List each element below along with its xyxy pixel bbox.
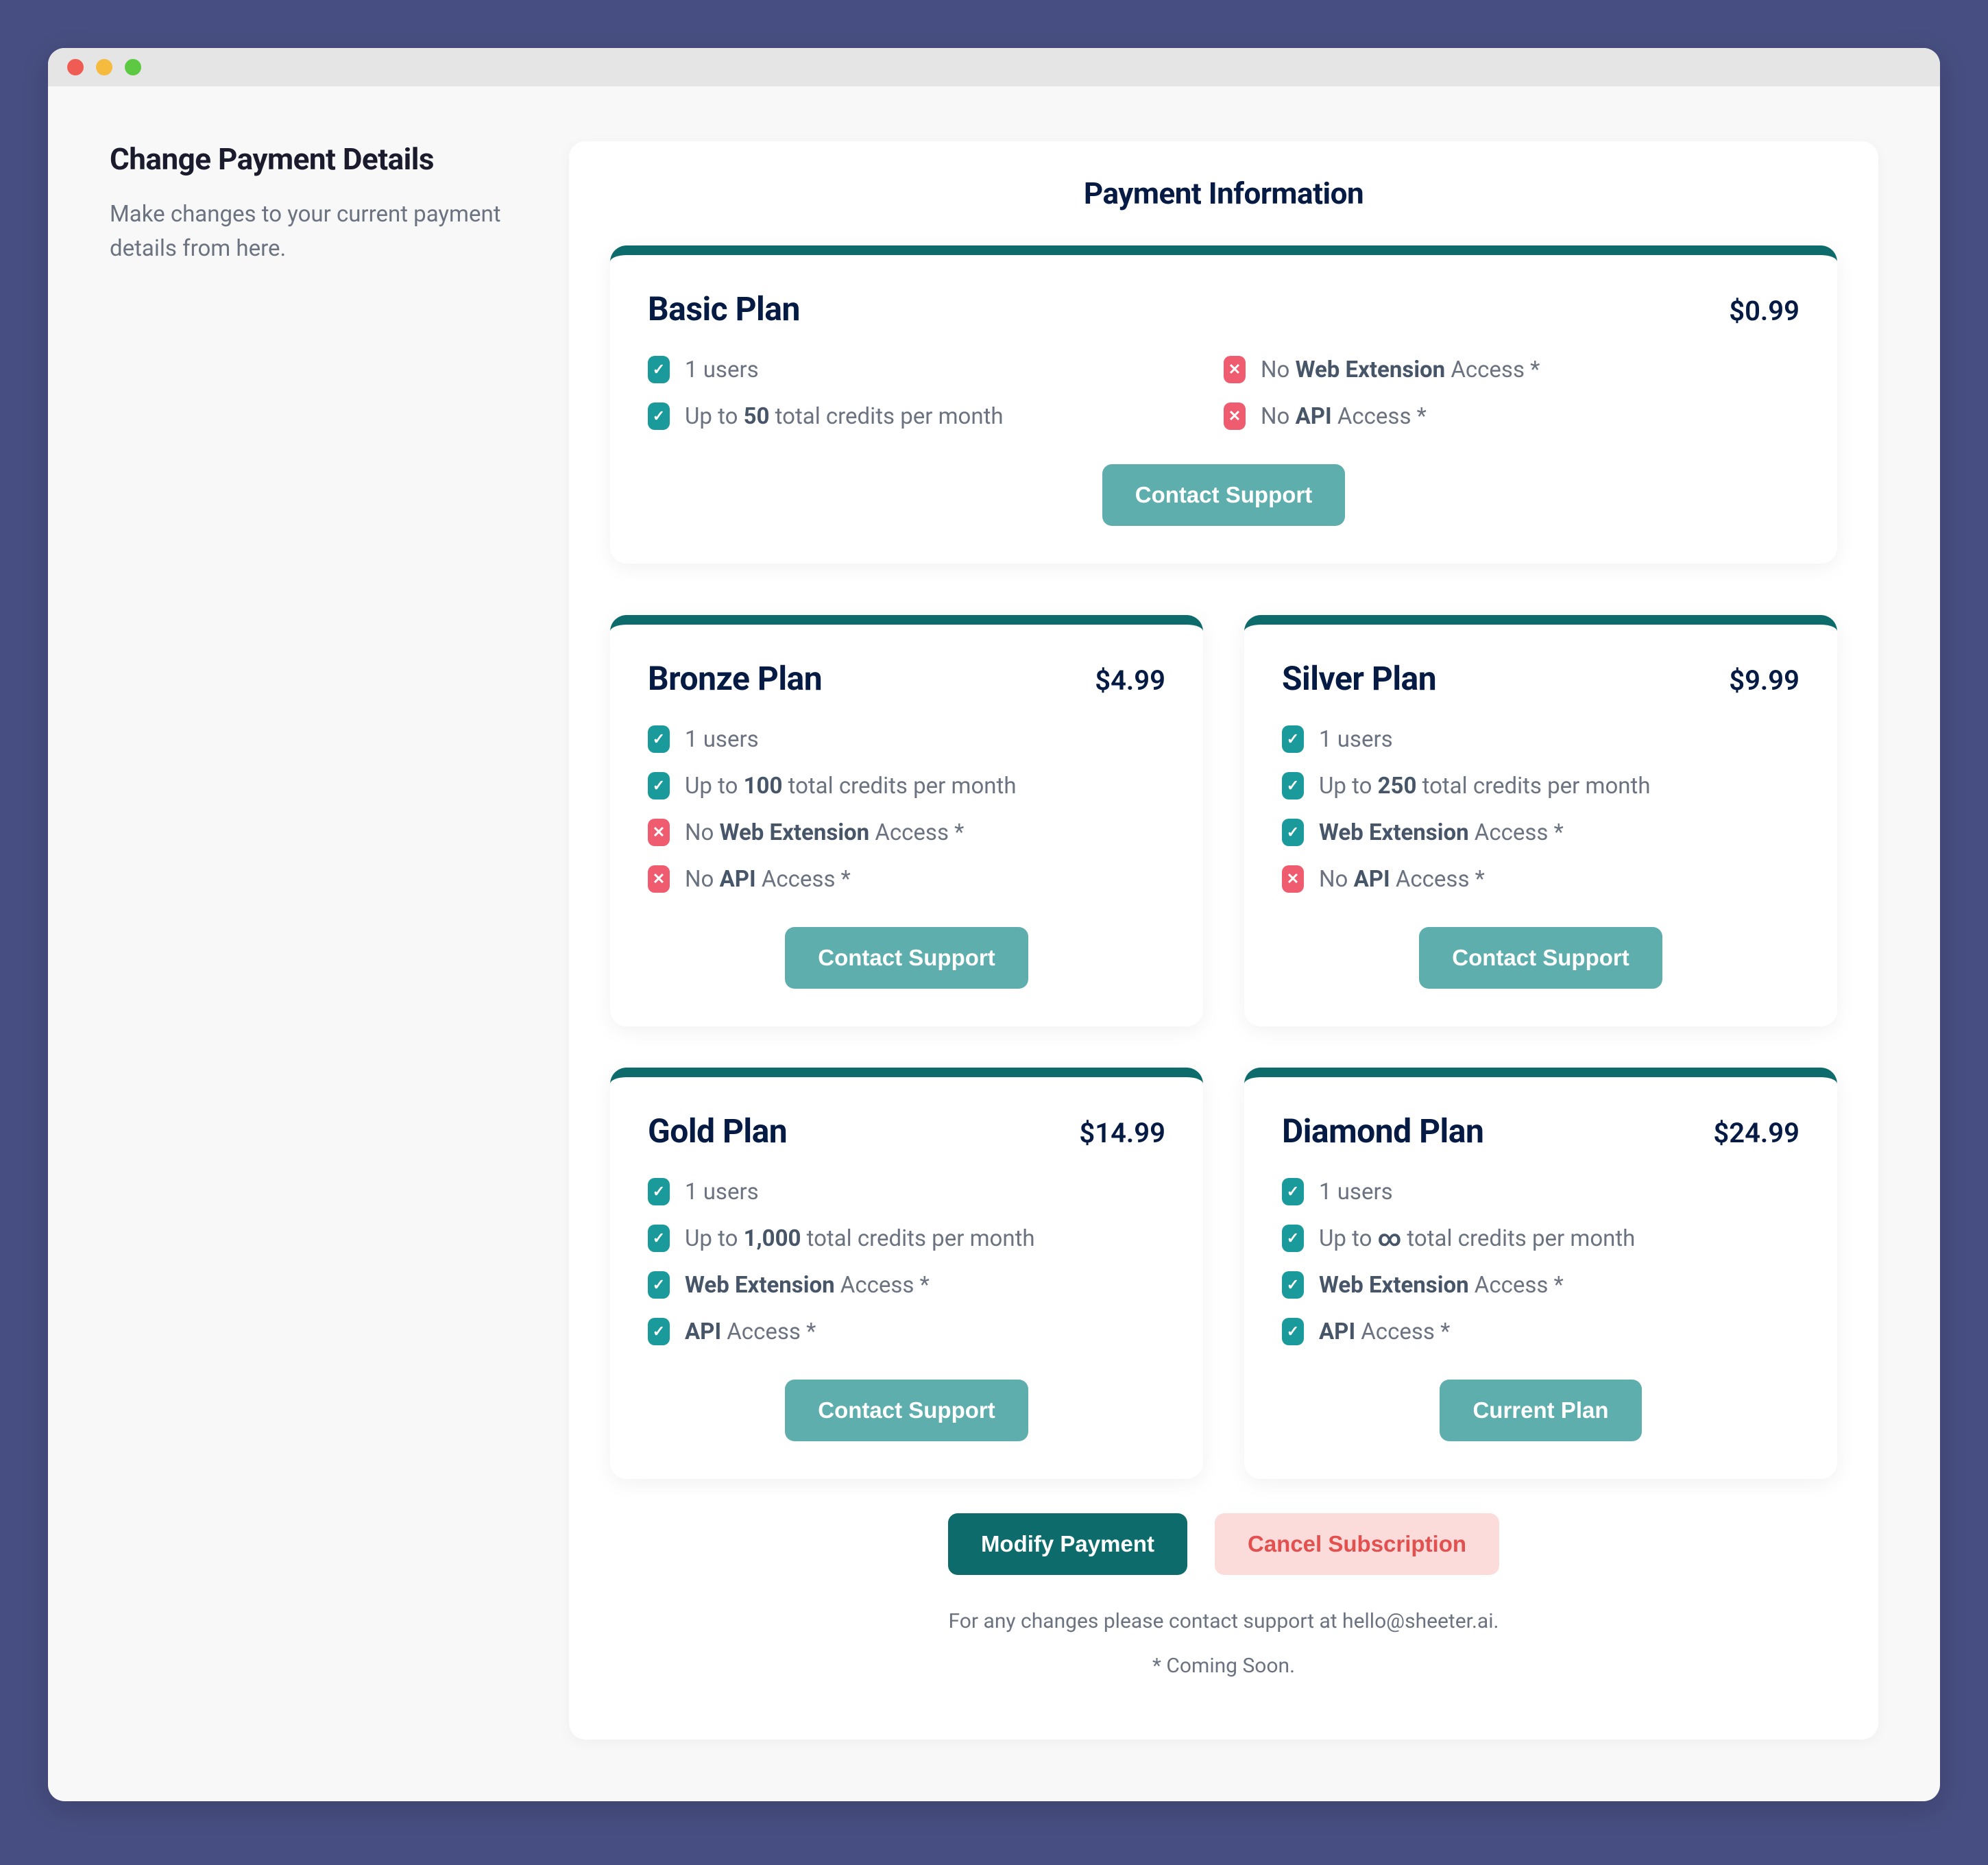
plan-price: $14.99 (1079, 1117, 1165, 1149)
footer-actions: Modify Payment Cancel Subscription (610, 1513, 1837, 1575)
sidebar-title: Change Payment Details (110, 141, 528, 177)
check-icon: ✓ (648, 772, 670, 799)
plan-price: $4.99 (1095, 664, 1165, 697)
content: Change Payment Details Make changes to y… (48, 86, 1940, 1801)
plan-card-bronze: Bronze Plan $4.99 ✓ 1 users ✓ Up to 100 … (610, 615, 1203, 1026)
plan-feature: ✕ No Web Extension Access * (648, 819, 1165, 846)
window-minimize-icon[interactable] (96, 59, 112, 75)
plan-card-basic: Basic Plan $0.99 ✓ 1 users ✓ Up to 50 to… (610, 245, 1837, 564)
page-title: Payment Information (610, 176, 1837, 211)
check-icon: ✓ (1282, 725, 1304, 753)
plan-name: Diamond Plan (1282, 1111, 1483, 1151)
check-icon: ✓ (648, 1271, 670, 1299)
plan-feature: ✓ 1 users (648, 356, 1224, 383)
window-maximize-icon[interactable] (125, 59, 141, 75)
plan-name: Gold Plan (648, 1111, 787, 1151)
plan-price: $9.99 (1729, 664, 1799, 697)
contact-support-button[interactable]: Contact Support (785, 1380, 1028, 1441)
sidebar-description: Make changes to your current payment det… (110, 197, 528, 265)
plan-card-silver: Silver Plan $9.99 ✓ 1 users ✓ Up to 250 … (1244, 615, 1837, 1026)
cross-icon: ✕ (1224, 402, 1246, 430)
plan-feature: ✓ Web Extension Access * (1282, 819, 1799, 846)
check-icon: ✓ (1282, 1225, 1304, 1252)
check-icon: ✓ (1282, 1318, 1304, 1345)
plan-feature: ✓ API Access * (1282, 1318, 1799, 1345)
check-icon: ✓ (648, 402, 670, 430)
plan-feature: ✕ No API Access * (1224, 402, 1799, 430)
plan-feature: ✓ Up to 250 total credits per month (1282, 772, 1799, 799)
plan-feature: ✓ Up to 100 total credits per month (648, 772, 1165, 799)
plan-name: Basic Plan (648, 289, 800, 328)
contact-support-button[interactable]: Contact Support (1102, 464, 1345, 526)
plan-price: $0.99 (1729, 295, 1799, 327)
window-titlebar (48, 48, 1940, 86)
plan-feature: ✓ 1 users (1282, 1178, 1799, 1205)
plan-feature: ✕ No API Access * (1282, 865, 1799, 893)
plan-feature: ✓ Web Extension Access * (1282, 1271, 1799, 1299)
plan-feature: ✓ 1 users (1282, 725, 1799, 753)
plan-card-gold: Gold Plan $14.99 ✓ 1 users ✓ Up to 1,000… (610, 1068, 1203, 1479)
check-icon: ✓ (648, 1318, 670, 1345)
check-icon: ✓ (1282, 772, 1304, 799)
check-icon: ✓ (1282, 1271, 1304, 1299)
window-close-icon[interactable] (67, 59, 84, 75)
contact-support-button[interactable]: Contact Support (785, 927, 1028, 989)
check-icon: ✓ (1282, 819, 1304, 846)
check-icon: ✓ (648, 1178, 670, 1205)
plan-name: Silver Plan (1282, 659, 1436, 698)
check-icon: ✓ (648, 356, 670, 383)
plan-price: $24.99 (1713, 1117, 1799, 1149)
cross-icon: ✕ (1224, 356, 1246, 383)
app-window: Change Payment Details Make changes to y… (48, 48, 1940, 1801)
plan-feature: ✕ No API Access * (648, 865, 1165, 893)
cross-icon: ✕ (648, 865, 670, 893)
plan-feature: ✓ API Access * (648, 1318, 1165, 1345)
plan-name: Bronze Plan (648, 659, 822, 698)
plan-feature: ✓ 1 users (648, 725, 1165, 753)
sidebar: Change Payment Details Make changes to y… (110, 141, 528, 265)
plan-card-diamond: Diamond Plan $24.99 ✓ 1 users ✓ Up to ∞ … (1244, 1068, 1837, 1479)
check-icon: ✓ (1282, 1178, 1304, 1205)
cross-icon: ✕ (648, 819, 670, 846)
coming-soon-footnote: * Coming Soon. (610, 1654, 1837, 1678)
check-icon: ✓ (648, 1225, 670, 1252)
plan-feature: ✓ Up to 50 total credits per month (648, 402, 1224, 430)
cancel-subscription-button[interactable]: Cancel Subscription (1215, 1513, 1499, 1575)
plan-feature: ✓ Web Extension Access * (648, 1271, 1165, 1299)
plan-feature: ✓ Up to 1,000 total credits per month (648, 1225, 1165, 1252)
plan-feature: ✕ No Web Extension Access * (1224, 356, 1799, 383)
cross-icon: ✕ (1282, 865, 1304, 893)
modify-payment-button[interactable]: Modify Payment (948, 1513, 1187, 1575)
plan-feature: ✓ 1 users (648, 1178, 1165, 1205)
main-card: Payment Information Basic Plan $0.99 ✓ 1… (569, 141, 1878, 1740)
contact-support-button[interactable]: Contact Support (1419, 927, 1662, 989)
current-plan-button[interactable]: Current Plan (1440, 1380, 1641, 1441)
check-icon: ✓ (648, 725, 670, 753)
support-footnote: For any changes please contact support a… (610, 1609, 1837, 1633)
plan-feature: ✓ Up to ∞ total credits per month (1282, 1225, 1799, 1252)
